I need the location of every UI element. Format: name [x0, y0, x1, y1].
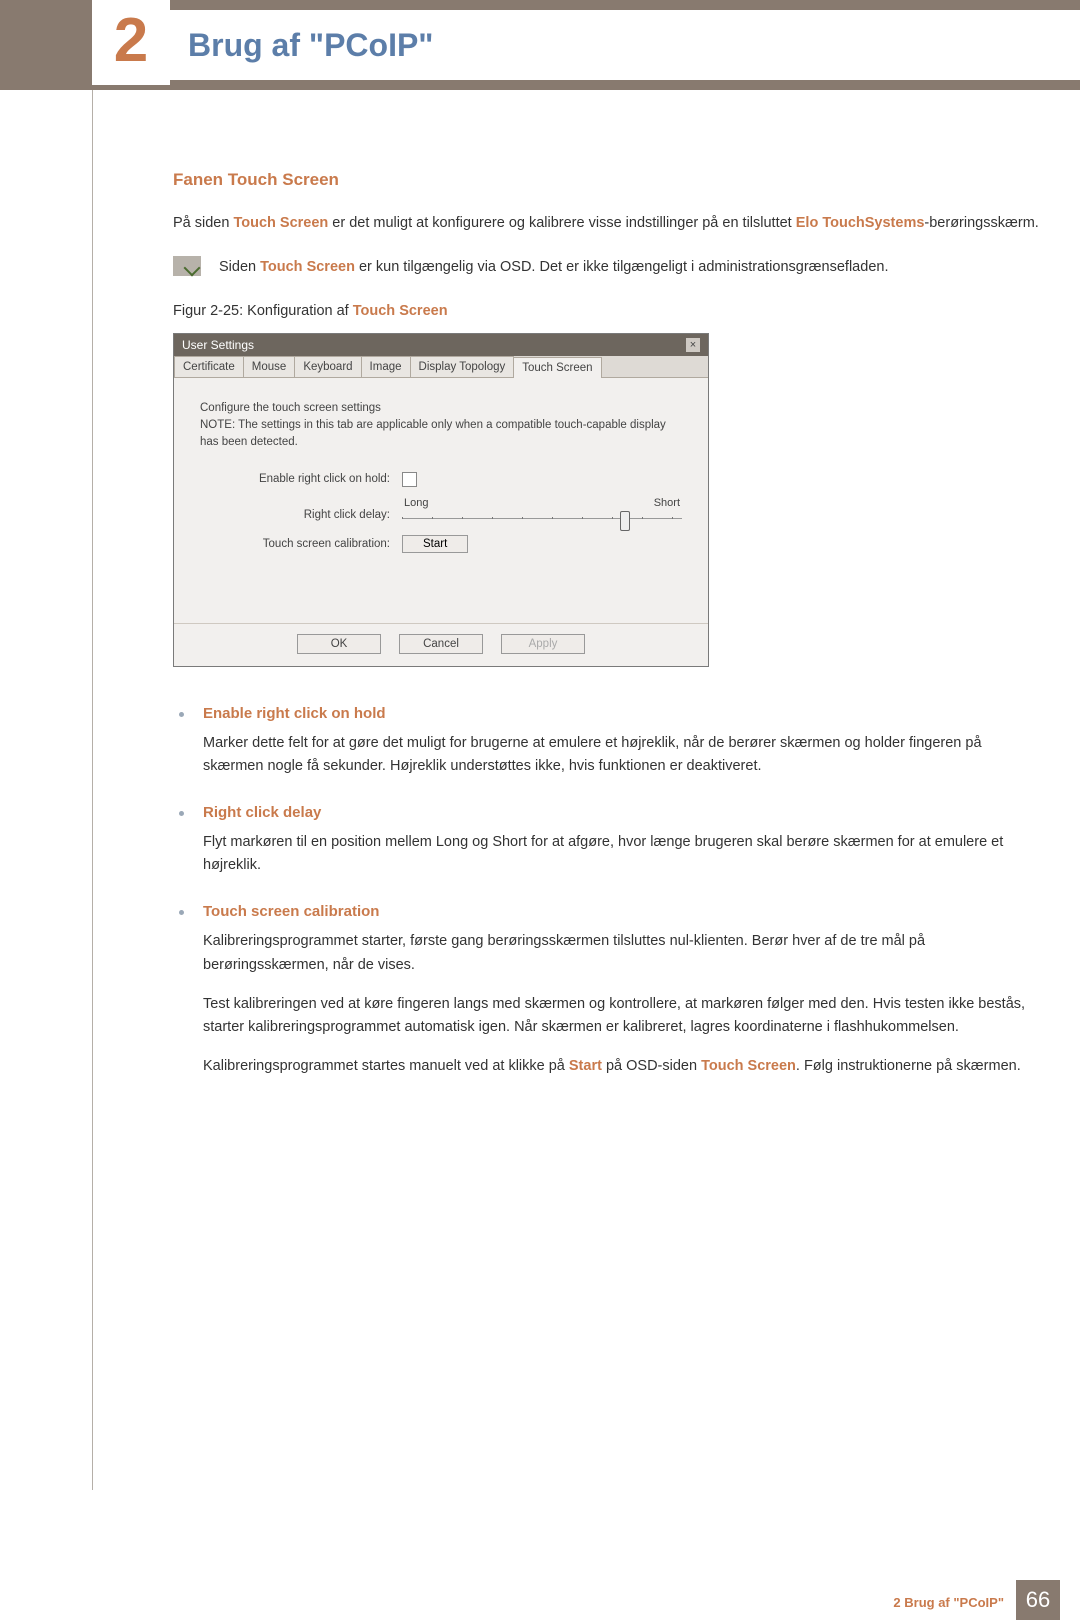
label-enable-hold: Enable right click on hold: — [200, 473, 402, 485]
text: NOTE: The settings in this tab are appli… — [200, 419, 666, 448]
text: er det muligt at konfigurere og kalibrer… — [328, 215, 795, 231]
text: Siden — [219, 259, 260, 275]
slider-thumb[interactable] — [620, 511, 630, 531]
text: på OSD-siden — [602, 1058, 701, 1074]
intro-paragraph: På siden Touch Screen er det muligt at k… — [173, 212, 1040, 234]
highlight-touch-screen: Touch Screen — [353, 303, 448, 319]
close-icon[interactable]: × — [686, 338, 700, 352]
slider-label-long: Long — [404, 497, 428, 509]
tab-certificate[interactable]: Certificate — [174, 356, 244, 377]
checkbox-enable-hold[interactable] — [402, 472, 417, 487]
window-title: User Settings — [182, 338, 254, 352]
chapter-title: Brug af "PCoIP" — [188, 27, 433, 64]
highlight-touch-screen: Touch Screen — [701, 1058, 796, 1074]
feature-body: Test kalibreringen ved at køre fingeren … — [203, 993, 1040, 1039]
note-row: Siden Touch Screen er kun tilgængelig vi… — [173, 256, 1040, 278]
section-heading: Fanen Touch Screen — [173, 170, 1040, 190]
tab-display-topology[interactable]: Display Topology — [410, 356, 515, 377]
tab-keyboard[interactable]: Keyboard — [294, 356, 361, 377]
feature-title-calibration: Touch screen calibration — [203, 903, 1040, 920]
feature-body: Flyt markøren til en position mellem Lon… — [203, 831, 1040, 877]
highlight-elo: Elo TouchSystems — [796, 215, 925, 231]
apply-button[interactable]: Apply — [501, 634, 585, 654]
slider-right-click-delay[interactable] — [402, 511, 682, 525]
note-icon — [173, 256, 201, 276]
tab-intro: Configure the touch screen settings NOTE… — [200, 400, 682, 452]
text: På siden — [173, 215, 233, 231]
cancel-button[interactable]: Cancel — [399, 634, 483, 654]
window-titlebar: User Settings × — [174, 334, 708, 356]
tabs-row: Certificate Mouse Keyboard Image Display… — [174, 356, 708, 378]
feature-title-enable-hold: Enable right click on hold — [203, 705, 1040, 722]
text: Configure the touch screen settings — [200, 402, 381, 414]
start-button[interactable]: Start — [402, 535, 468, 553]
highlight-touch-screen: Touch Screen — [233, 215, 328, 231]
figure-caption: Figur 2-25: Konfiguration af Touch Scree… — [173, 303, 1040, 319]
tab-image[interactable]: Image — [361, 356, 411, 377]
ok-button[interactable]: OK — [297, 634, 381, 654]
screenshot-user-settings: User Settings × Certificate Mouse Keyboa… — [173, 333, 709, 667]
left-margin-rule — [0, 90, 93, 1490]
list-item: Right click delay Flyt markøren til en p… — [173, 804, 1040, 877]
list-item: Enable right click on hold Marker dette … — [173, 705, 1040, 778]
footer-chapter-ref: 2 Brug af "PCoIP" — [893, 1595, 1004, 1610]
page-number: 66 — [1016, 1580, 1060, 1620]
feature-body: Kalibreringsprogrammet startes manuelt v… — [203, 1055, 1040, 1078]
list-item: Touch screen calibration Kalibreringspro… — [173, 903, 1040, 1078]
chapter-number: 2 — [114, 5, 148, 76]
feature-body: Marker dette felt for at gøre det muligt… — [203, 732, 1040, 778]
highlight-start: Start — [569, 1058, 602, 1074]
feature-body: Kalibreringsprogrammet starter, første g… — [203, 930, 1040, 976]
feature-title-right-click-delay: Right click delay — [203, 804, 1040, 821]
slider-label-short: Short — [654, 497, 680, 509]
text: -berøringsskærm. — [924, 215, 1038, 231]
label-calibration: Touch screen calibration: — [200, 538, 402, 550]
text: . Følg instruktionerne på skærmen. — [796, 1058, 1021, 1074]
note-text: Siden Touch Screen er kun tilgængelig vi… — [219, 256, 888, 278]
text: Figur 2-25: Konfiguration af — [173, 303, 353, 319]
label-right-click-delay: Right click delay: — [200, 497, 402, 521]
text: Kalibreringsprogrammet startes manuelt v… — [203, 1058, 569, 1074]
text: er kun tilgængelig via OSD. Det er ikke … — [355, 259, 889, 275]
tab-mouse[interactable]: Mouse — [243, 356, 296, 377]
highlight-touch-screen: Touch Screen — [260, 259, 355, 275]
tab-touch-screen[interactable]: Touch Screen — [513, 357, 601, 378]
